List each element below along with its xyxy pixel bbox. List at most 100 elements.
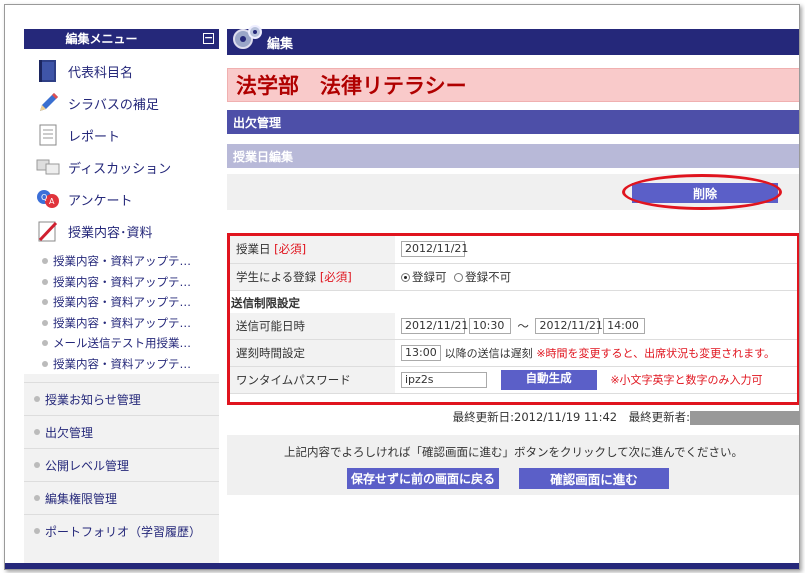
- sidebar-section-visibility[interactable]: 公開レベル管理: [24, 448, 219, 481]
- redacted-updater: [690, 410, 799, 425]
- window-frame: 編集メニュー − 代表科目名 シラバスの補足 レポート ディスカッション QA: [4, 4, 800, 570]
- last-updated: 最終更新日:2012/11/19 11:42 最終更新者:: [227, 409, 799, 425]
- sidebar-item-course-name[interactable]: 代表科目名: [24, 55, 219, 87]
- sidebar-menu: 代表科目名 シラバスの補足 レポート ディスカッション QA アンケート 授業内…: [24, 49, 219, 374]
- delete-row: 削除: [227, 174, 799, 210]
- bullet-icon: [42, 319, 48, 326]
- form-row: 授業日 [必須] 2012/11/21: [230, 236, 797, 264]
- header-label: 編集: [267, 36, 294, 52]
- bullet-icon: [42, 360, 48, 367]
- sub-item[interactable]: 授業内容・資料アップテ…: [24, 292, 219, 313]
- radio-denied[interactable]: [454, 272, 464, 282]
- sub-item[interactable]: 授業内容・資料アップテ…: [24, 313, 219, 334]
- class-date-label: 授業日 [必須]: [230, 236, 395, 264]
- student-reg-cell: 登録可 登録不可: [395, 263, 797, 291]
- sub-item-label: 授業内容・資料アップテ…: [53, 315, 191, 330]
- late-cell: 13:00 以降の送信は遅刻 ※時間を変更すると、出席状況も変更されます。: [395, 339, 797, 367]
- sidebar-item-label: アンケート: [68, 193, 133, 209]
- collapse-icon[interactable]: −: [203, 32, 214, 44]
- bullet-icon: [34, 462, 40, 468]
- bullet-icon: [42, 340, 48, 347]
- radio-allowed[interactable]: [401, 272, 410, 282]
- send-period-label: 送信可能日時: [230, 312, 395, 340]
- sidebar-item-discussion[interactable]: ディスカッション: [24, 151, 219, 183]
- form-row: ワンタイムパスワード ipz2s 自動生成 ※小文字英字と数字のみ入力可: [230, 366, 797, 394]
- class-date-form: 授業日 [必須] 2012/11/21 学生による登録 [必須] 登録可 登録不…: [227, 233, 799, 405]
- sidebar-item-materials[interactable]: 授業内容･資料: [24, 215, 219, 247]
- gears-icon: [233, 25, 262, 49]
- next-button[interactable]: 確認画面に進む: [519, 468, 669, 489]
- edit-bar: 授業日編集: [227, 144, 799, 168]
- form-table: 授業日 [必須] 2012/11/21 学生による登録 [必須] 登録可 登録不…: [230, 236, 797, 291]
- sub-item-label: 授業内容・資料アップテ…: [53, 274, 191, 289]
- required-badge: [必須]: [274, 242, 307, 257]
- sidebar-item-label: 授業内容･資料: [68, 225, 153, 241]
- bullet-icon: [34, 429, 40, 435]
- class-date-input[interactable]: 2012/11/21: [401, 241, 468, 258]
- section-label: 授業お知らせ管理: [45, 392, 141, 407]
- range-tilde: 〜: [517, 318, 529, 333]
- document-icon: [39, 124, 57, 146]
- section-label: 編集権限管理: [45, 491, 118, 506]
- svg-text:A: A: [49, 197, 55, 206]
- form-row: 送信可能日時 2012/11/21 10:30 〜 2012/11/21 14:…: [230, 312, 797, 340]
- bullet-icon: [42, 299, 48, 306]
- start-date-input[interactable]: 2012/11/21: [401, 318, 468, 334]
- section-label: 出欠管理: [45, 425, 94, 440]
- otp-input[interactable]: ipz2s: [401, 372, 487, 388]
- pencil-icon: [40, 93, 58, 111]
- sidebar-section-notices[interactable]: 授業お知らせ管理: [24, 382, 219, 415]
- page-header: 編集: [227, 25, 799, 55]
- attendance-bar: 出欠管理: [227, 110, 799, 134]
- sidebar-title: 編集メニュー: [65, 32, 138, 46]
- bullet-icon: [34, 528, 40, 534]
- sub-item-label: 授業内容・資料アップテ…: [53, 254, 191, 269]
- bullet-icon: [34, 495, 40, 501]
- sidebar-item-report[interactable]: レポート: [24, 119, 219, 151]
- sub-item[interactable]: メール送信テスト用授業…: [24, 333, 219, 354]
- sidebar-section-permissions[interactable]: 編集権限管理: [24, 481, 219, 514]
- radio-denied-label: 登録不可: [465, 269, 512, 284]
- radio-allowed-label: 登録可: [412, 269, 447, 284]
- end-date-input[interactable]: 2012/11/21: [535, 318, 603, 334]
- sidebar-header: 編集メニュー −: [24, 29, 219, 49]
- footer-bar: [5, 563, 799, 569]
- monitors-icon: [36, 159, 60, 175]
- otp-label: ワンタイムパスワード: [230, 366, 395, 394]
- confirm-area: 上記内容でよろしければ「確認画面に進む」ボタンをクリックして次に進んでください。…: [227, 435, 799, 495]
- sidebar-item-survey[interactable]: QA アンケート: [24, 183, 219, 215]
- sub-item-label: 授業内容・資料アップテ…: [53, 356, 191, 371]
- sub-item[interactable]: 授業内容・資料アップテ…: [24, 272, 219, 293]
- send-limit-table: 送信可能日時 2012/11/21 10:30 〜 2012/11/21 14:…: [230, 312, 797, 394]
- qa-icon: QA: [37, 190, 59, 208]
- required-badge: [必須]: [319, 269, 352, 284]
- sidebar-section-portfolio[interactable]: ポートフォリオ（学習履歴）: [24, 514, 219, 547]
- sidebar-section-attendance[interactable]: 出欠管理: [24, 415, 219, 448]
- main-content: 編集 法学部 法律リテラシー 出欠管理 授業日編集 削除: [227, 25, 799, 210]
- form-row: 学生による登録 [必須] 登録可 登録不可: [230, 263, 797, 291]
- bullet-icon: [42, 278, 48, 285]
- bullet-icon: [34, 396, 40, 402]
- bullet-icon: [42, 258, 48, 265]
- sidebar-item-label: ディスカッション: [68, 161, 172, 177]
- sidebar-item-syllabus[interactable]: シラバスの補足: [24, 87, 219, 119]
- page-title: 法学部 法律リテラシー: [227, 68, 799, 102]
- late-label: 遅刻時間設定: [230, 339, 395, 367]
- sidebar-item-label: シラバスの補足: [68, 97, 159, 113]
- back-button[interactable]: 保存せずに前の画面に戻る: [347, 468, 499, 489]
- late-time-input[interactable]: 13:00: [401, 345, 441, 362]
- sidebar: 編集メニュー − 代表科目名 シラバスの補足 レポート ディスカッション QA: [24, 29, 219, 563]
- form-row: 遅刻時間設定 13:00 以降の送信は遅刻 ※時間を変更すると、出席状況も変更さ…: [230, 339, 797, 367]
- sub-item[interactable]: 授業内容・資料アップテ…: [24, 354, 219, 375]
- otp-note: ※小文字英字と数字のみ入力可: [610, 373, 763, 387]
- sub-item[interactable]: 授業内容・資料アップテ…: [24, 251, 219, 272]
- section-label: ポートフォリオ（学習履歴）: [45, 524, 202, 539]
- generate-button[interactable]: 自動生成: [500, 370, 597, 390]
- send-limit-heading: 送信制限設定: [230, 290, 797, 313]
- last-updated-text: 最終更新日:2012/11/19 11:42 最終更新者:: [452, 410, 690, 424]
- sub-item-label: 授業内容・資料アップテ…: [53, 295, 191, 310]
- sidebar-item-label: レポート: [68, 129, 121, 145]
- highlight-ellipse: [622, 174, 782, 210]
- start-time-input[interactable]: 10:30: [468, 318, 511, 334]
- end-time-input[interactable]: 14:00: [603, 318, 646, 334]
